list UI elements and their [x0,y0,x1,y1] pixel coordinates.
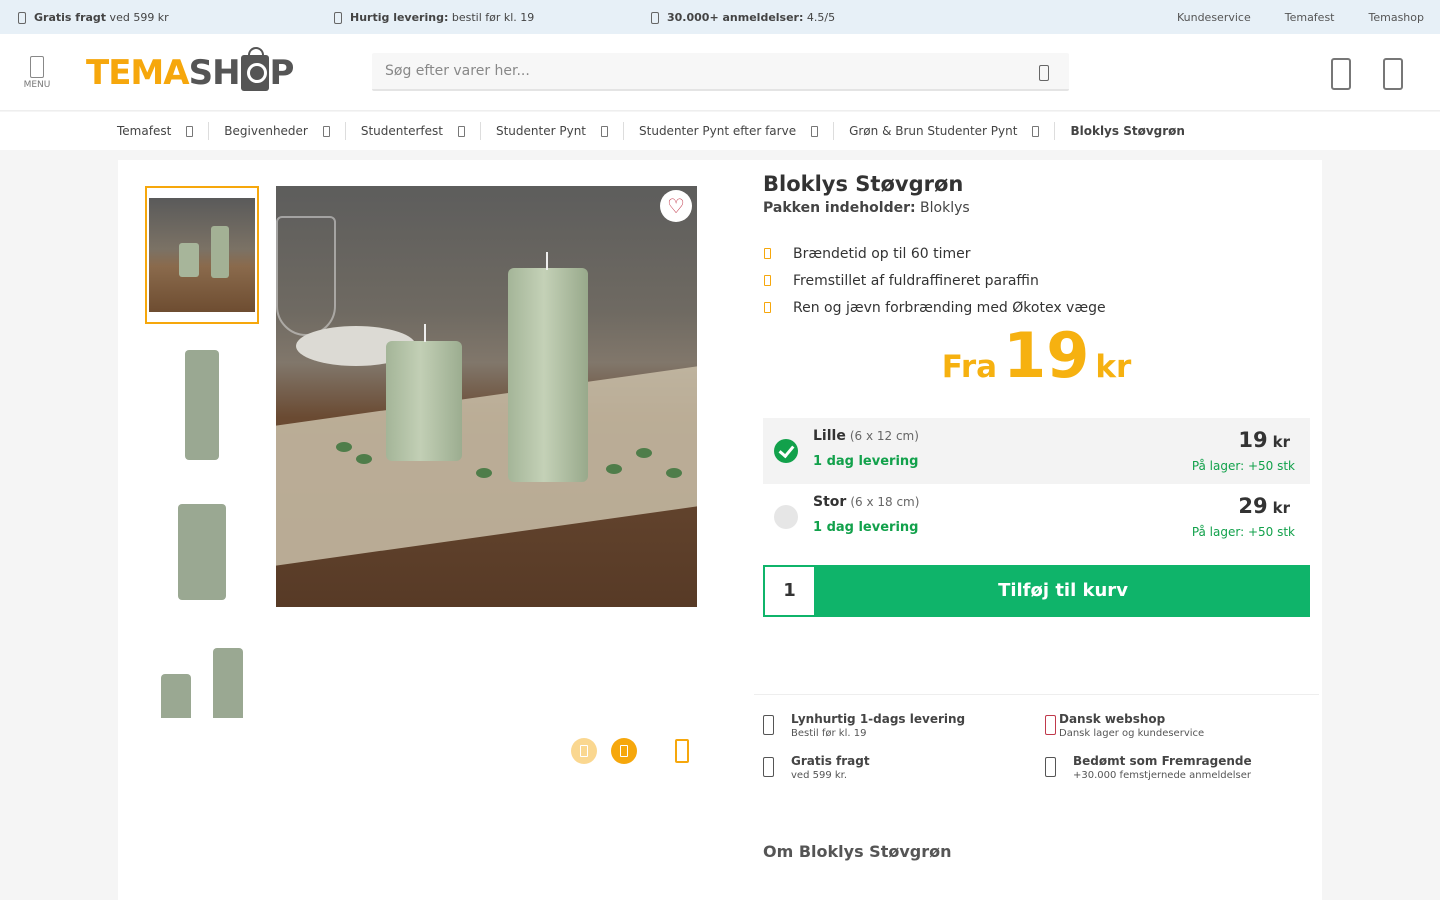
product-card: ♡ Bloklys Støvgrøn Pakken indeholder: Bl… [118,160,1322,900]
chevron-left-icon [580,745,588,757]
thumbnail-4[interactable] [145,636,259,718]
about-heading: Om Bloklys Støvgrøn [763,842,952,861]
trust-item-rating: Bedømt som Fremragende +30.000 femstjerne… [1045,754,1252,781]
hamburger-icon [30,56,44,78]
thumbnail-1[interactable] [145,186,259,324]
search-input[interactable] [372,53,992,89]
trust-item-delivery: Lynhurtig 1-dags levering Bestil før kl. … [763,712,965,739]
truck-icon [763,715,774,735]
usp-free-shipping: Gratis fragt ved 599 kr [18,11,169,24]
carousel-prev-button[interactable] [571,738,597,764]
add-to-cart-button[interactable]: Tilføj til kurv [816,565,1310,617]
quantity-input[interactable]: 1 [763,565,816,617]
radio-button[interactable] [774,505,798,529]
breadcrumb-item[interactable]: Studenter Pynt [496,122,639,140]
check-icon [764,248,771,259]
breadcrumb-item[interactable]: Studenter Pynt efter farve [639,122,849,140]
top-usp-bar: Gratis fragt ved 599 kr Hurtig levering:… [0,0,1440,34]
selected-check-icon[interactable] [774,439,798,463]
usp-fast-delivery: Hurtig levering: bestil før kl. 19 [334,11,534,24]
clock-icon [334,11,342,24]
chevron-down-icon [811,125,819,137]
chevron-down-icon [1032,125,1040,137]
star-icon [651,11,659,24]
thumbnail-2[interactable] [145,336,259,474]
thumbnail-3[interactable] [145,486,259,624]
check-icon [764,275,771,286]
user-icon[interactable] [1331,58,1351,90]
zoom-icon[interactable] [675,739,689,763]
top-links: Kundeservice Temafest Temashop [1177,11,1424,24]
thumbnail-list [145,186,259,718]
link-temafest[interactable]: Temafest [1285,11,1335,24]
divider [754,694,1319,695]
variant-option-lille[interactable]: Lille (6 x 12 cm) 1 dag levering 19 kr På … [763,418,1310,484]
breadcrumb-item[interactable]: Studenterfest [361,122,496,140]
breadcrumb-item[interactable]: Grøn & Brun Studenter Pynt [849,122,1070,140]
link-kundeservice[interactable]: Kundeservice [1177,11,1251,24]
cart-icon[interactable] [1383,58,1403,90]
shopping-bag-icon [240,47,269,91]
menu-button[interactable]: MENU [22,56,52,90]
danish-flag-icon [1045,715,1056,735]
feature-item: Brændetid op til 60 timer [763,240,1106,267]
star-icon [1045,757,1056,777]
usp-reviews: 30.000+ anmeldelser: 4.5/5 [651,11,835,24]
truck-icon [18,11,26,24]
search-bar [372,53,1069,91]
variant-option-stor[interactable]: Stor (6 x 18 cm) 1 dag levering 29 kr På l… [763,484,1310,550]
package-icon [763,757,774,777]
chevron-down-icon [601,125,609,137]
link-temashop[interactable]: Temashop [1369,11,1425,24]
heart-icon[interactable]: ♡ [660,190,692,222]
breadcrumb-current: Bloklys Støvgrøn [1070,124,1185,138]
trust-item-shipping: Gratis fragt ved 599 kr. [763,754,870,781]
breadcrumb-item[interactable]: Temafest [117,122,224,140]
price-display: Fra19 kr [941,319,1132,392]
feature-item: Fremstillet af fuldraffineret paraffin [763,267,1106,294]
carousel-next-button[interactable] [611,738,637,764]
chevron-down-icon [322,125,330,137]
breadcrumb-item[interactable]: Begivenheder [224,122,361,140]
trust-item-danish: Dansk webshop Dansk lager og kundeservice [1045,712,1204,739]
chevron-down-icon [186,125,194,137]
site-header: MENU TEMA SH P [0,34,1440,111]
package-contents: Pakken indeholder: Bloklys [763,200,970,216]
temashop-logo[interactable]: TEMA SH P [86,47,294,94]
search-icon[interactable] [1039,65,1049,81]
breadcrumb: Temafest Begivenheder Studenterfest Stud… [0,112,1440,150]
feature-item: Ren og jævn forbrænding med Økotex væge [763,294,1106,321]
chevron-right-icon [620,745,628,757]
product-title: Bloklys Støvgrøn [763,172,964,196]
product-main-image[interactable] [276,186,697,607]
feature-list: Brændetid op til 60 timer Fremstillet af… [763,240,1106,321]
chevron-down-icon [457,125,465,137]
check-icon [764,302,771,313]
